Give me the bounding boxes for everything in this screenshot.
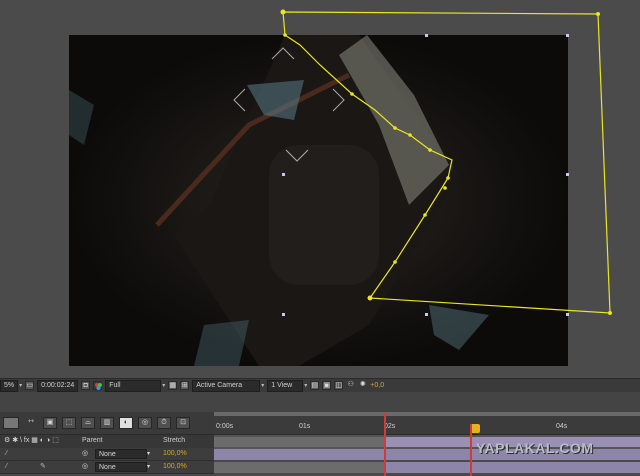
zoom-level[interactable]: 5% xyxy=(0,379,19,392)
layer-bar-row-2[interactable] xyxy=(384,462,640,473)
view-layout-select[interactable]: 1 View xyxy=(267,379,304,392)
parent-dropdown-icon[interactable]: ▾ xyxy=(147,462,150,472)
camera-view-select[interactable]: Active Camera xyxy=(192,379,261,392)
views-dropdown-icon[interactable]: ▾ xyxy=(304,382,307,389)
frame-blending-icon[interactable]: ▥ xyxy=(100,417,114,429)
pick-whip-icon[interactable]: ◎ xyxy=(82,462,88,472)
layer-handles[interactable] xyxy=(282,34,569,316)
brainstorm-icon[interactable]: ◎ xyxy=(138,417,152,429)
stopwatch-icon[interactable]: ⏱ xyxy=(157,417,171,429)
shy-layers-icon[interactable]: ⌓ xyxy=(81,417,95,429)
region-of-interest-icon[interactable]: ▭ xyxy=(25,381,35,390)
color-channels-icon[interactable] xyxy=(93,381,103,390)
transparency-grid-icon[interactable]: ▦ xyxy=(168,381,178,390)
stretch-header[interactable]: Stretch xyxy=(163,436,185,446)
parent-select[interactable]: None xyxy=(95,462,147,472)
pen-switch-icon[interactable]: ⁄ xyxy=(6,449,7,459)
exposure-value[interactable]: +0,0 xyxy=(370,382,384,389)
composition-viewer xyxy=(0,0,640,378)
layer-bar-row-2-empty xyxy=(214,462,384,473)
pick-whip-icon[interactable]: ◎ xyxy=(82,449,88,459)
parent-header[interactable]: Parent xyxy=(82,436,103,446)
search-field[interactable] xyxy=(3,417,19,429)
zoom-dropdown-icon[interactable]: ▾ xyxy=(19,382,22,389)
motion-blur-icon[interactable]: ◐ xyxy=(119,417,133,429)
parent-select[interactable]: None xyxy=(95,449,147,459)
tick-label: 04s xyxy=(556,423,568,430)
work-area-bar[interactable] xyxy=(214,412,640,416)
comp-marker-icon[interactable]: ▣ xyxy=(43,417,57,429)
effect-switch-icon[interactable]: ✎ xyxy=(40,462,46,472)
tick-label: 0:00s xyxy=(216,423,234,430)
pen-switch-icon[interactable]: ⁄ xyxy=(6,462,7,472)
viewer-toolbar: 5% ▾ ▭ 0:00:02:24 ◘ Full ▾ ▦ ⊞ Active Ca… xyxy=(0,378,640,392)
stretch-value[interactable]: 100,0% xyxy=(163,462,187,472)
camera-dropdown-icon[interactable]: ▾ xyxy=(261,382,264,389)
mask-overlay xyxy=(233,9,613,316)
switches-header-icons: ⚙ ✱ \ fx ▦ ◐ ◑ ⬚ xyxy=(4,437,59,444)
panel-divider xyxy=(0,392,640,412)
mini-flowchart-icon[interactable]: ⇿ xyxy=(24,417,38,429)
resolution-dropdown-icon[interactable]: ▾ xyxy=(162,382,165,389)
timeline-toolbar: ⇿ ▣ ⬚ ⌓ ▥ ◐ ◎ ⏱ ⊡ xyxy=(0,412,214,434)
playhead-line[interactable] xyxy=(384,412,386,476)
grid-icon[interactable]: ⊞ xyxy=(180,381,190,390)
watermark-text: YAPLAKAL.COM xyxy=(476,440,594,456)
tick-label: 01s xyxy=(299,423,311,430)
toggle-pixel-aspect-icon[interactable]: ▤ xyxy=(310,381,320,390)
mask-path[interactable] xyxy=(280,9,613,316)
graph-editor-icon[interactable]: ⊡ xyxy=(176,417,190,429)
resolution-select[interactable]: Full xyxy=(105,379,162,392)
time-ruler[interactable]: 0:00s 01s 02s 04s xyxy=(214,412,640,434)
keyframe-marker-line xyxy=(470,424,472,476)
stretch-value[interactable]: 100,0% xyxy=(163,449,187,459)
camera-icon[interactable]: ◘ xyxy=(81,381,91,390)
current-time[interactable]: 0:00:02:24 xyxy=(37,379,79,392)
layer-row-1[interactable]: ⁄ ◎ None ▾ 100,0% xyxy=(0,448,214,461)
flowchart-icon[interactable]: ⚇ xyxy=(346,381,355,390)
parent-dropdown-icon[interactable]: ▾ xyxy=(147,449,150,459)
draft-3d-icon[interactable]: ⬚ xyxy=(62,417,76,429)
timeline-icon[interactable]: ◫ xyxy=(334,381,344,390)
layer-row-2[interactable]: ⁄ ✎ ◎ None ▾ 100,0% xyxy=(0,461,214,474)
3d-camera-handles xyxy=(233,47,345,162)
exposure-icon[interactable]: ✺ xyxy=(358,381,367,390)
layer-bar-1[interactable] xyxy=(214,437,384,447)
fast-previews-icon[interactable]: ▣ xyxy=(322,381,332,390)
